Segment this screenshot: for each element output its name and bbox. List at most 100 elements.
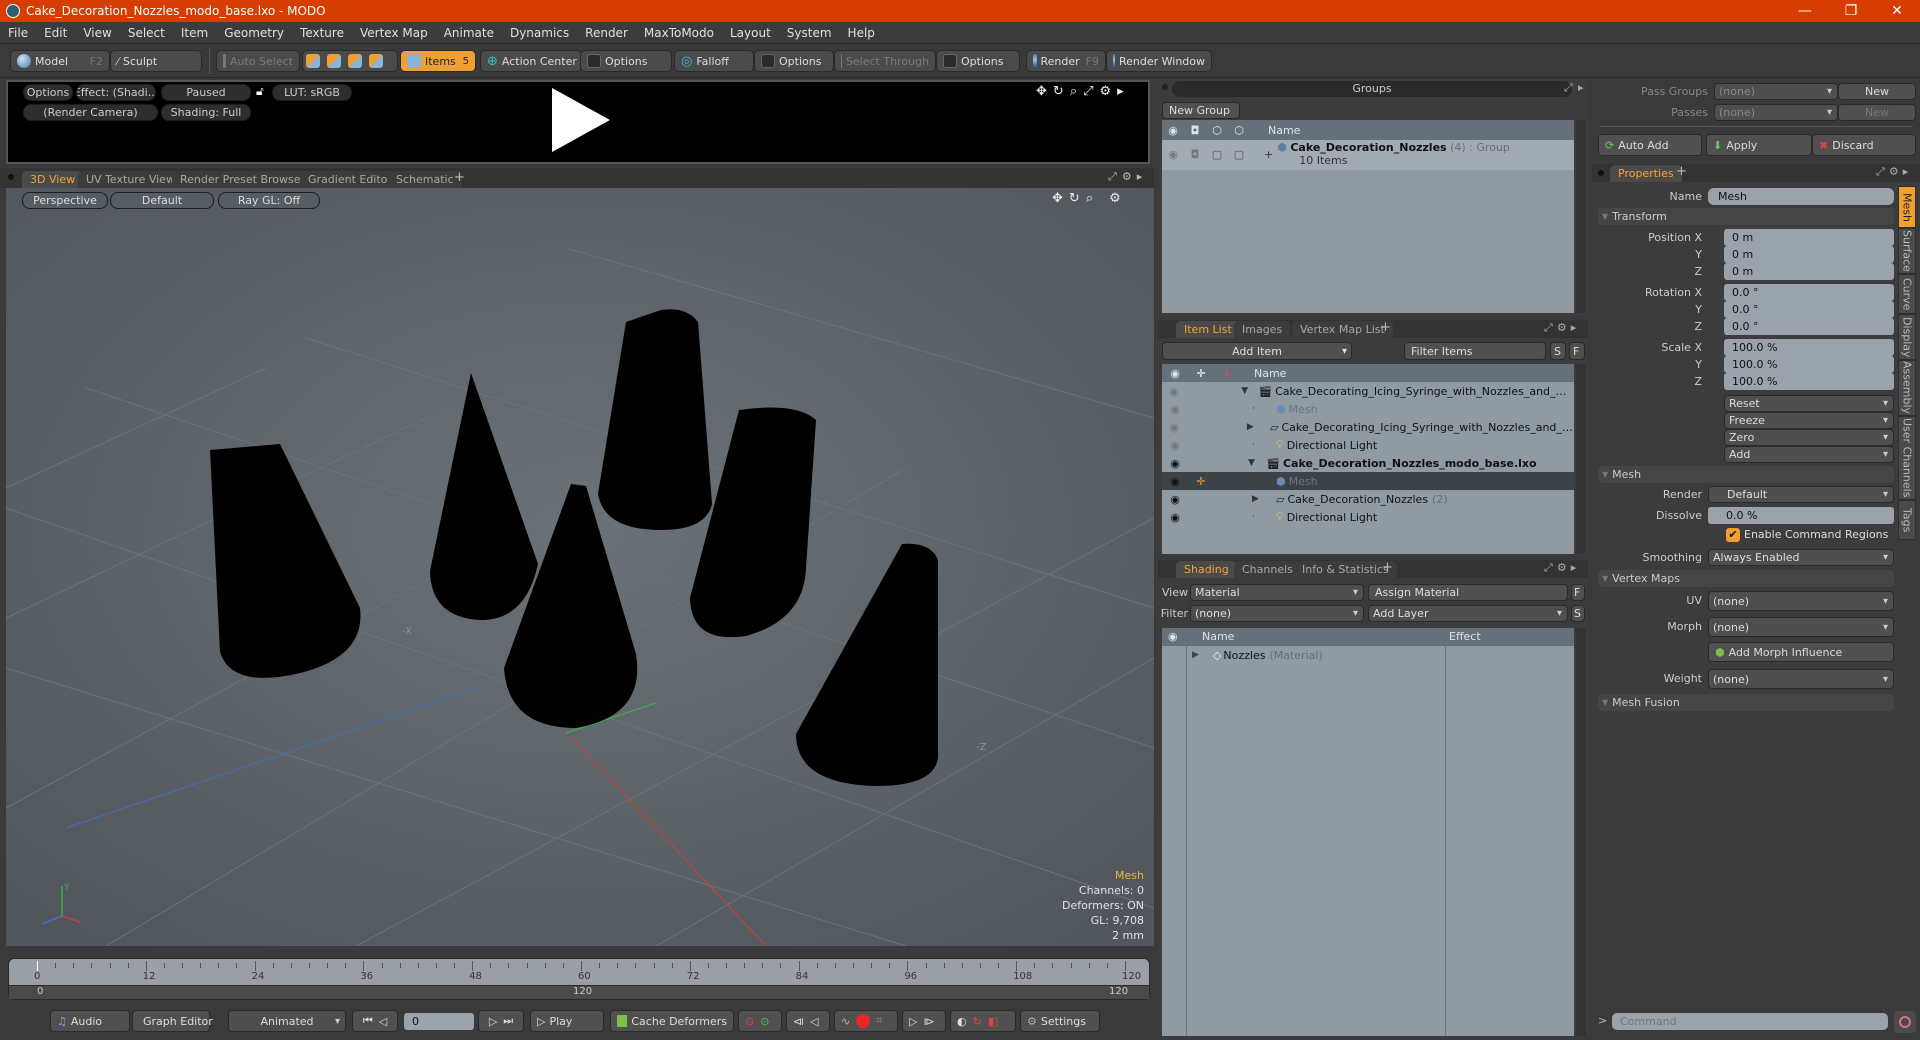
add-tab-button[interactable]: +	[454, 170, 465, 185]
item-list-row[interactable]: ◉ · 💡︎ Directional Light	[1162, 508, 1574, 526]
add-dropdown[interactable]: Add	[1724, 446, 1894, 463]
gear-icon[interactable]: ⚙	[1557, 321, 1567, 335]
item-list-row[interactable]: ◉ ▼ 🎬︎ Cake_Decorating_Icing_Syringe_with_N…	[1162, 382, 1574, 400]
add-tab-button[interactable]: +	[1380, 320, 1391, 335]
animated-dropdown[interactable]: Animated	[228, 1010, 346, 1032]
tab-images[interactable]: Images	[1234, 321, 1291, 338]
side-tab-mesh[interactable]: Mesh	[1898, 186, 1916, 228]
visibility-column-icon[interactable]: ◉	[1162, 124, 1184, 137]
item-list-scrollbar[interactable]	[1576, 364, 1586, 554]
gear-icon[interactable]: ⚙	[1122, 170, 1132, 184]
filter-dropdown[interactable]: (none)	[1190, 605, 1364, 622]
render-column-icon[interactable]: ◘	[1184, 124, 1206, 137]
graph-editor-button[interactable]: Graph Editor	[132, 1010, 213, 1032]
jump-to-start-icon[interactable]: ⏮	[363, 1014, 373, 1028]
uv-dropdown[interactable]: (none)	[1708, 591, 1894, 611]
auto-select-button[interactable]: Auto Select	[216, 50, 300, 72]
cache-deformers-button[interactable]: Cache Deformers	[610, 1010, 734, 1032]
item-list-row[interactable]: ◉ · 💡︎ Directional Light	[1162, 436, 1574, 454]
tab-schematic[interactable]: Schematic	[388, 171, 462, 188]
timeline[interactable]: 0 12 24 36 48 60 72 84 96 108 120 0 120 120	[8, 958, 1150, 1000]
current-frame-input[interactable]: 0	[404, 1013, 474, 1030]
action-center-button[interactable]: ⊕ Action Center	[480, 50, 582, 72]
materials-mode-icon[interactable]	[369, 54, 383, 68]
group-row[interactable]: ◉ ◘ ▢ ▢ + ⬢ Cake_Decoration_Nozzles (4) …	[1162, 140, 1574, 170]
transform-section[interactable]: ▼ Transform	[1598, 208, 1894, 225]
prev-key-icon[interactable]: ◁	[379, 1015, 387, 1028]
add-tab-button[interactable]: +	[1382, 560, 1393, 575]
expand-plus-icon[interactable]: +	[1264, 148, 1273, 161]
passes-dropdown[interactable]: (none)	[1714, 104, 1838, 121]
tab-channels[interactable]: Channels	[1234, 561, 1301, 578]
shading-button[interactable]: Shading: Full	[161, 104, 251, 121]
mesh-section[interactable]: ▼ Mesh	[1598, 466, 1894, 483]
menu-view[interactable]: View	[75, 26, 119, 40]
loop-icon[interactable]: ↻	[973, 1015, 982, 1028]
play-preview-icon[interactable]	[548, 84, 614, 156]
discard-button[interactable]: ✖ Discard	[1812, 134, 1916, 156]
render-toggle-icon[interactable]: ◘	[1184, 148, 1206, 161]
morph-dropdown[interactable]: (none)	[1708, 617, 1894, 637]
visibility-icon[interactable]: ◉	[1162, 385, 1186, 398]
tab-item-list[interactable]: Item List	[1176, 321, 1240, 338]
locator-column-icon[interactable]: ✛	[1188, 367, 1214, 380]
tab-gradient-editor[interactable]: Gradient Editor	[300, 171, 400, 188]
position-x-input[interactable]: 0 m	[1724, 229, 1894, 246]
menu-maxtomodo[interactable]: MaxToModo	[636, 26, 722, 40]
edges-mode-icon[interactable]	[327, 54, 341, 68]
expand-arrow-icon[interactable]: ▸	[1903, 165, 1909, 179]
s-button[interactable]: S	[1571, 605, 1585, 622]
visibility-icon[interactable]: ◉	[1162, 511, 1188, 524]
visibility-icon[interactable]: ◉	[1162, 493, 1188, 506]
apply-button[interactable]: ⬇ Apply	[1706, 134, 1812, 156]
maximize-icon[interactable]: ⤢	[1083, 84, 1093, 99]
maximize-icon[interactable]: ⤢	[1108, 170, 1117, 184]
menu-animate[interactable]: Animate	[436, 26, 502, 40]
key-filter-icon[interactable]: ⌗	[876, 1014, 882, 1028]
assign-material-button[interactable]: Assign Material	[1368, 584, 1568, 601]
vertices-mode-icon[interactable]	[306, 54, 320, 68]
maximize-icon[interactable]: ⤢	[1564, 81, 1573, 95]
maximize-icon[interactable]: ⤢	[1876, 165, 1885, 179]
locator-icon[interactable]: ✛	[1188, 475, 1214, 488]
gear-icon[interactable]: ⚙	[1557, 561, 1567, 575]
raygl-button[interactable]: Ray GL: Off	[218, 192, 320, 209]
maximize-icon[interactable]: ⤢	[1544, 561, 1553, 575]
lut-button[interactable]: LUT: sRGB	[272, 84, 352, 101]
rotation-y-input[interactable]: 0.0 °	[1724, 301, 1894, 318]
lock-icon[interactable]: 🔓︎	[256, 84, 264, 99]
items-mode-button[interactable]: Items 5	[400, 50, 476, 72]
tab-shading[interactable]: Shading	[1176, 561, 1237, 578]
expand-arrow-icon[interactable]: ▸	[1571, 561, 1577, 575]
scale-z-input[interactable]: 100.0 %	[1724, 373, 1894, 390]
item-list-row[interactable]: ◉ · ⬢ Mesh	[1162, 400, 1574, 418]
sculpt-mode-button[interactable]: ⁄ Sculpt	[110, 50, 202, 72]
menu-select[interactable]: Select	[120, 26, 173, 40]
model-mode-button[interactable]: Model F2	[10, 50, 110, 72]
rotate-icon[interactable]: ↻	[1069, 191, 1080, 206]
menu-layout[interactable]: Layout	[722, 26, 779, 40]
new-group-button[interactable]: New Group	[1162, 102, 1240, 119]
menu-help[interactable]: Help	[840, 26, 883, 40]
material-row[interactable]: ▶ ◇ Nozzles (Material)	[1162, 646, 1574, 664]
reset-dropdown[interactable]: Reset	[1724, 395, 1894, 412]
new-pass-group-button[interactable]: New	[1838, 83, 1916, 100]
settings-button[interactable]: ⚙ Settings	[1020, 1010, 1100, 1032]
zoom-icon[interactable]: ⌕	[1070, 84, 1077, 99]
scale-y-input[interactable]: 100.0 %	[1724, 356, 1894, 373]
play-button[interactable]: ▷ Play	[530, 1010, 604, 1032]
lock-column-icon[interactable]: ⬡	[1206, 124, 1228, 137]
dissolve-input[interactable]: 0.0 %	[1708, 507, 1894, 524]
rotation-z-input[interactable]: 0.0 °	[1724, 318, 1894, 335]
shader-tree-scrollbar[interactable]	[1576, 628, 1586, 1036]
rotation-x-input[interactable]: 0.0 °	[1724, 284, 1894, 301]
view-dropdown[interactable]: Material	[1190, 584, 1364, 601]
menu-texture[interactable]: Texture	[292, 26, 352, 40]
expand-arrow-icon[interactable]: ▶	[1252, 494, 1266, 504]
collapse-arrow-icon[interactable]: ▼	[1241, 386, 1254, 396]
visibility-column-icon[interactable]: ◉	[1168, 630, 1178, 643]
first-key-icon[interactable]: ⧏	[793, 1015, 804, 1028]
item-list-row[interactable]: ◉ ▶ ▱ Cake_Decoration_Nozzles (2)	[1162, 490, 1574, 508]
visibility-icon[interactable]: ◉	[1162, 403, 1188, 416]
preview-effect-button[interactable]: Effect: (Shadi...	[76, 84, 156, 101]
